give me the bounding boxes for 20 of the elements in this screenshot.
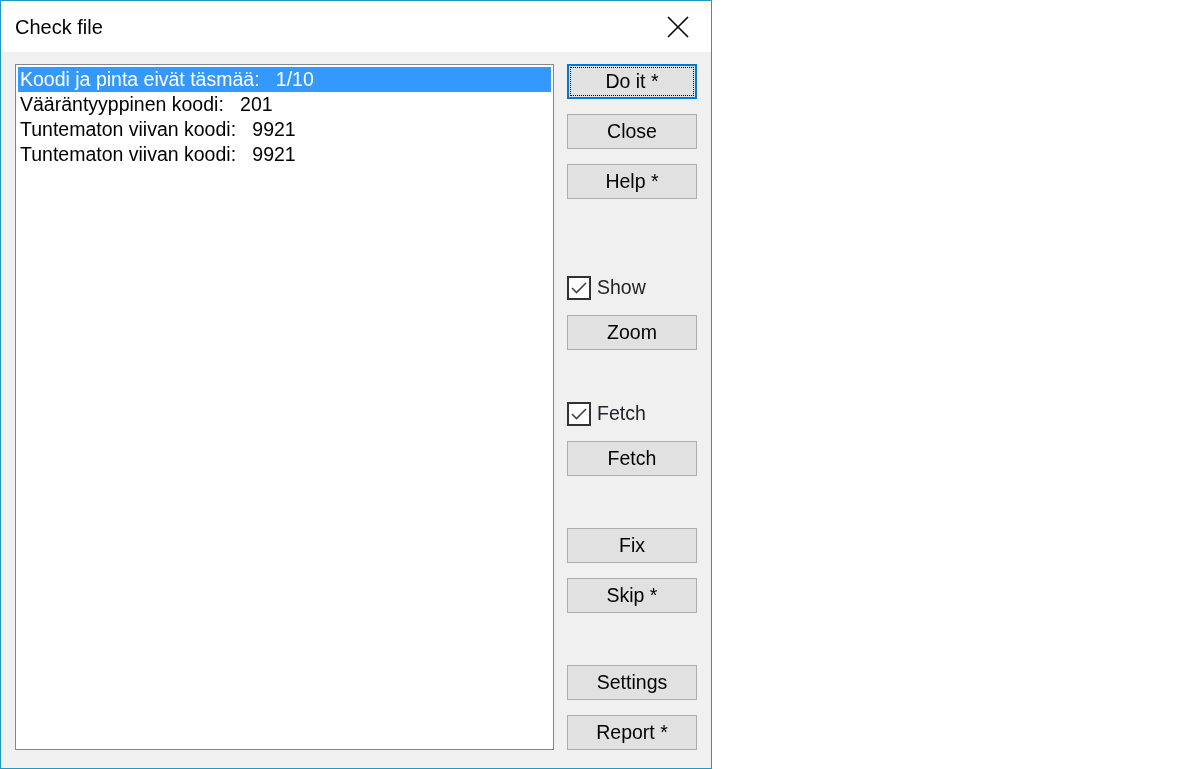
check-icon bbox=[571, 408, 587, 420]
check-icon bbox=[571, 282, 587, 294]
dialog-button[interactable]: Report * bbox=[567, 715, 697, 750]
list-box[interactable]: Koodi ja pinta eivät täsmää: 1/10 Vääräntyyppinen koodi: 201 Tuntematon viivan koodi: 9921 Tuntematon viivan koodi: 9921 bbox=[15, 64, 554, 750]
dialog-button[interactable]: Fetch bbox=[567, 441, 697, 476]
list-item[interactable]: Vääräntyyppinen koodi: 201 bbox=[18, 92, 551, 117]
dialog-button[interactable]: Close bbox=[567, 114, 697, 149]
list-item[interactable]: Tuntematon viivan koodi: 9921 bbox=[18, 117, 551, 142]
dialog-button[interactable]: Skip * bbox=[567, 578, 697, 613]
dialog-button[interactable]: Help * bbox=[567, 164, 697, 199]
window-title: Check file bbox=[15, 14, 103, 40]
checkbox[interactable] bbox=[567, 276, 591, 300]
list-item[interactable]: Tuntematon viivan koodi: 9921 bbox=[18, 142, 551, 167]
dialog-button[interactable]: Do it * bbox=[567, 64, 697, 99]
dialog-button[interactable]: Fix bbox=[567, 528, 697, 563]
dialog-button[interactable]: Settings bbox=[567, 665, 697, 700]
checkbox-label[interactable]: Fetch bbox=[597, 399, 646, 429]
checkbox[interactable] bbox=[567, 402, 591, 426]
dialog-button[interactable]: Zoom bbox=[567, 315, 697, 350]
checkbox-label[interactable]: Show bbox=[597, 273, 646, 303]
